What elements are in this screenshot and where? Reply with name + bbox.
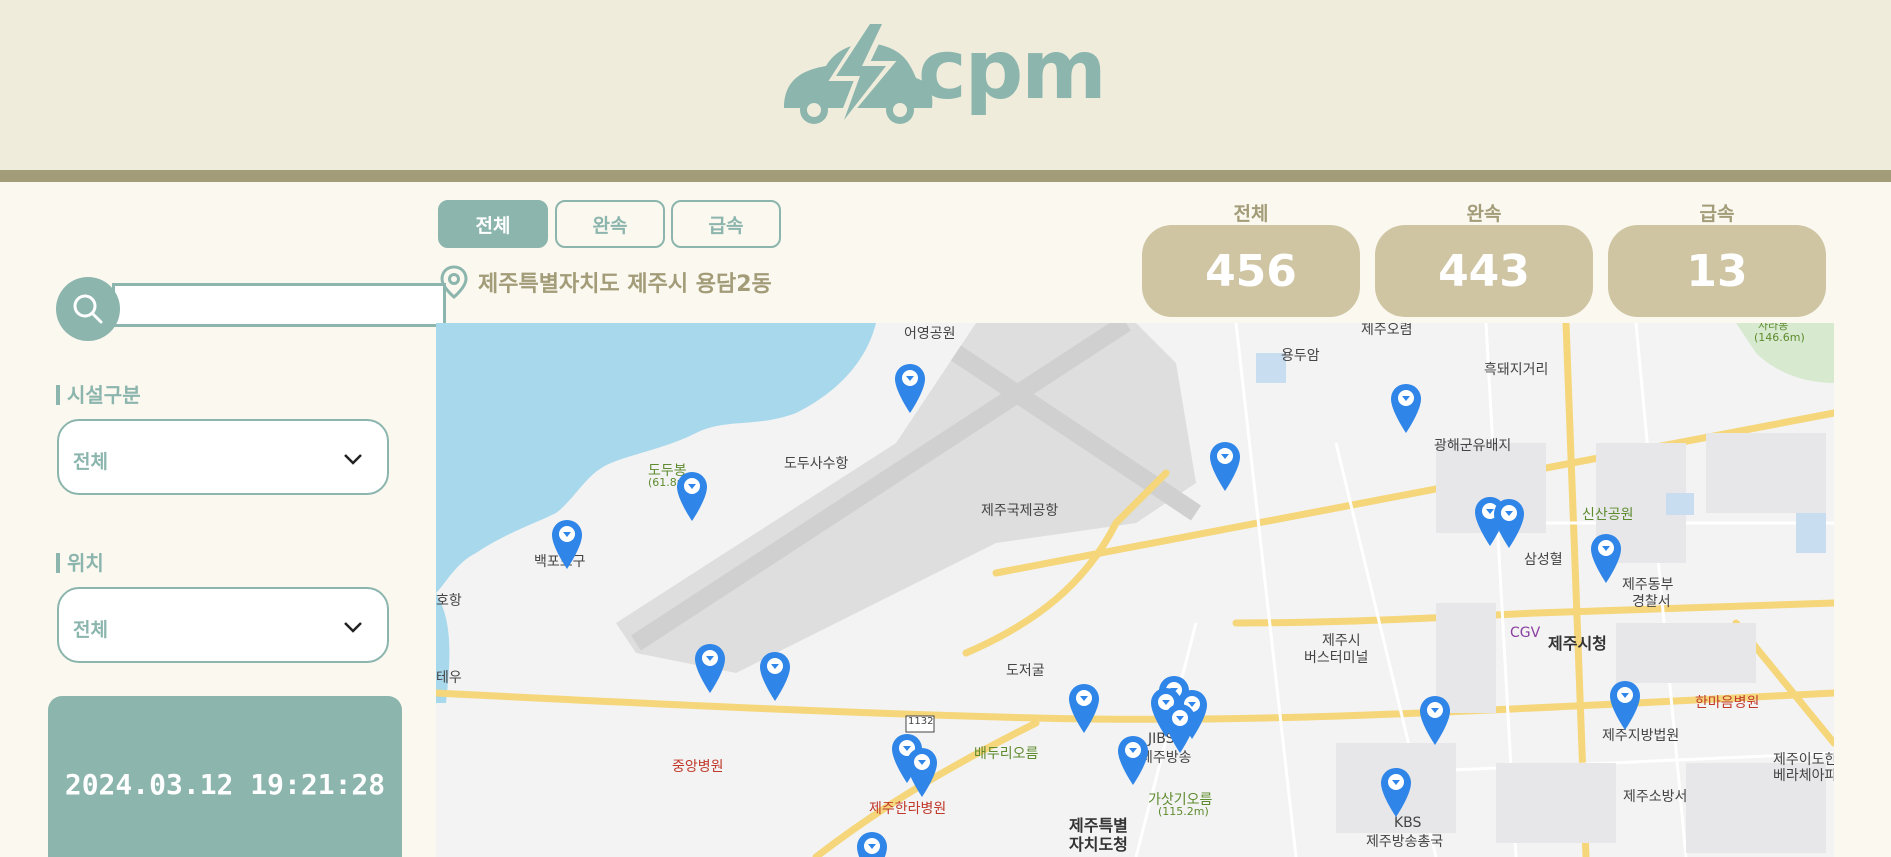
header-divider — [0, 170, 1891, 182]
map-label: 흑돼지거리 — [1484, 362, 1549, 378]
map-label: 삼성혈 — [1524, 552, 1563, 568]
charger-marker-icon[interactable] — [1419, 695, 1451, 747]
clock-panel: 2024.03.12 19:21:28 — [48, 696, 402, 857]
region-filter-label: 위치 — [56, 553, 104, 573]
map-label: 버스터미널 — [1304, 650, 1369, 666]
chevron-down-icon — [344, 454, 362, 465]
region-select[interactable]: 전체 — [57, 587, 389, 663]
stat-fast-count: 13 — [1608, 225, 1826, 317]
facility-select[interactable]: 전체 — [57, 419, 389, 495]
map-label: 용두암 — [1281, 348, 1320, 364]
clock-display: 2024.03.12 19:21:28 — [64, 768, 386, 801]
charger-marker-icon[interactable] — [551, 519, 583, 571]
map-label: 도두사수항 — [784, 456, 849, 472]
charger-marker-icon[interactable] — [856, 831, 888, 857]
charger-marker-icon[interactable] — [759, 651, 791, 703]
map-label: 제주오렴 — [1361, 323, 1413, 338]
map-label: 제주국제공항 — [981, 503, 1059, 519]
search-bar — [56, 277, 446, 341]
stat-total-count: 456 — [1142, 225, 1360, 317]
region-select-value: 전체 — [73, 619, 108, 641]
charger-marker-icon[interactable] — [1068, 683, 1100, 735]
map-label: (146.6m) — [1754, 331, 1805, 344]
map-label: 호항 — [436, 593, 462, 609]
location-address: 제주특별자치도 제주시 용담2동 — [478, 272, 772, 297]
map-label: 제주방송총국 — [1366, 834, 1444, 850]
brand-name: cpm — [918, 23, 1107, 118]
tab-slow[interactable]: 완속 — [555, 200, 665, 248]
map-label: 베라체아파 — [1773, 768, 1834, 784]
map-label: 1132 — [908, 716, 934, 727]
map-label: CGV — [1510, 625, 1541, 641]
stat-slow-count: 443 — [1375, 225, 1593, 317]
charger-marker-icon[interactable] — [1390, 383, 1422, 435]
map-label: 제주시청 — [1548, 634, 1607, 653]
charger-marker-icon[interactable] — [1493, 498, 1525, 550]
search-input[interactable] — [112, 283, 446, 327]
charger-marker-icon[interactable] — [1590, 533, 1622, 585]
map-label: 광해군유배지 — [1434, 438, 1512, 454]
charger-marker-icon[interactable] — [1117, 735, 1149, 787]
map-label: 도저굴 — [1006, 663, 1045, 679]
charger-marker-icon[interactable] — [894, 363, 926, 415]
search-icon — [73, 294, 103, 324]
facility-filter-label: 시설구분 — [56, 385, 141, 405]
charger-marker-icon[interactable] — [1380, 767, 1412, 819]
search-button[interactable] — [56, 277, 120, 341]
charger-marker-icon[interactable] — [694, 643, 726, 695]
map-label: 배두리오름 — [974, 746, 1039, 762]
tab-fast[interactable]: 급속 — [671, 200, 781, 248]
stat-slow-label: 완속 — [1466, 203, 1502, 225]
charger-marker-icon[interactable] — [1609, 680, 1641, 732]
current-location: 제주특별자치도 제주시 용담2동 — [440, 264, 772, 300]
map-label: 어영공원 — [904, 326, 956, 342]
map-label: 자치도청 — [1069, 835, 1128, 854]
map-label: 한마음병원 — [1695, 695, 1760, 711]
map-label: 제주한라병원 — [869, 801, 947, 817]
charger-marker-icon[interactable] — [906, 747, 938, 799]
location-pin-icon — [440, 265, 468, 299]
charger-marker-icon[interactable] — [676, 471, 708, 523]
charger-marker-icon[interactable] — [1209, 441, 1241, 493]
facility-select-value: 전체 — [73, 451, 108, 473]
stat-fast-label: 급속 — [1699, 203, 1735, 225]
map-label: (115.2m) — [1158, 805, 1209, 818]
tab-all[interactable]: 전체 — [438, 200, 548, 248]
map-label: 신산공원 — [1582, 507, 1634, 523]
charger-marker-icon[interactable] — [1164, 703, 1196, 755]
map-label: 테우 — [436, 670, 462, 686]
map-label: 제주소방서 — [1623, 789, 1688, 805]
chevron-down-icon — [344, 622, 362, 633]
map-label: 중앙병원 — [672, 759, 724, 775]
charger-map[interactable]: 어영공원 용두암 제주오렴 흑돼지거리 도두봉 (61.8m) 도두사수항 제주… — [436, 323, 1834, 857]
map-label: 경찰서 — [1632, 594, 1671, 610]
stat-total-label: 전체 — [1233, 203, 1269, 225]
